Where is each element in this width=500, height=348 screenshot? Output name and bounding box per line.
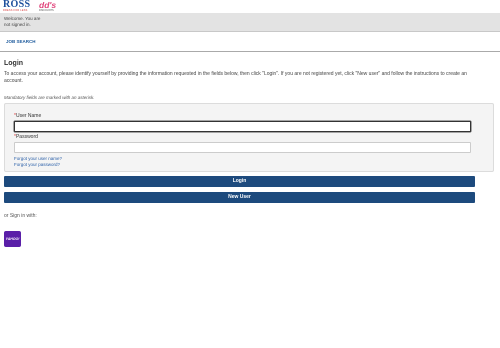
password-input[interactable]: [14, 142, 471, 153]
ross-logo[interactable]: ROSS DRESS FOR LESS: [3, 0, 31, 13]
login-button[interactable]: Login: [4, 176, 475, 187]
forgot-username-link[interactable]: Forgot your user name?: [14, 156, 62, 161]
login-instructions: To access your account, please identify …: [4, 71, 467, 84]
username-label: *User Name: [14, 113, 41, 119]
ross-logo-word: ROSS: [3, 0, 31, 10]
username-input[interactable]: [14, 121, 471, 132]
welcome-bar: Welcome. You are not signed in.: [0, 13, 500, 32]
welcome-text: Welcome. You are not signed in.: [4, 16, 40, 28]
welcome-line-2: not signed in.: [4, 22, 31, 27]
top-logo-bar: ROSS DRESS FOR LESS dd's DISCOUNTS: [0, 0, 500, 13]
yahoo-logo-icon: YAHOO!: [5, 237, 20, 241]
main-nav: JOB SEARCH: [0, 32, 500, 52]
password-label: *Password: [14, 134, 38, 140]
yahoo-signin-button[interactable]: YAHOO!: [4, 231, 21, 247]
nav-job-search[interactable]: JOB SEARCH: [6, 39, 36, 44]
dds-logo[interactable]: dd's DISCOUNTS: [39, 1, 56, 13]
dds-logo-tagline: DISCOUNTS: [39, 9, 54, 12]
password-label-text: Password: [15, 134, 38, 140]
new-user-button[interactable]: New User: [4, 192, 475, 203]
mandatory-note: Mandatory fields are marked with an aste…: [4, 95, 95, 100]
login-form: *User Name *Password Forgot your user na…: [4, 103, 494, 172]
dds-logo-word: dd's: [39, 0, 57, 10]
username-label-text: User Name: [15, 113, 42, 119]
ross-logo-tagline: DRESS FOR LESS: [3, 9, 28, 12]
forgot-password-link[interactable]: Forgot your password?: [14, 162, 60, 167]
page-title: Login: [4, 60, 24, 67]
sign-in-with-label: or Sign in with:: [4, 213, 37, 219]
